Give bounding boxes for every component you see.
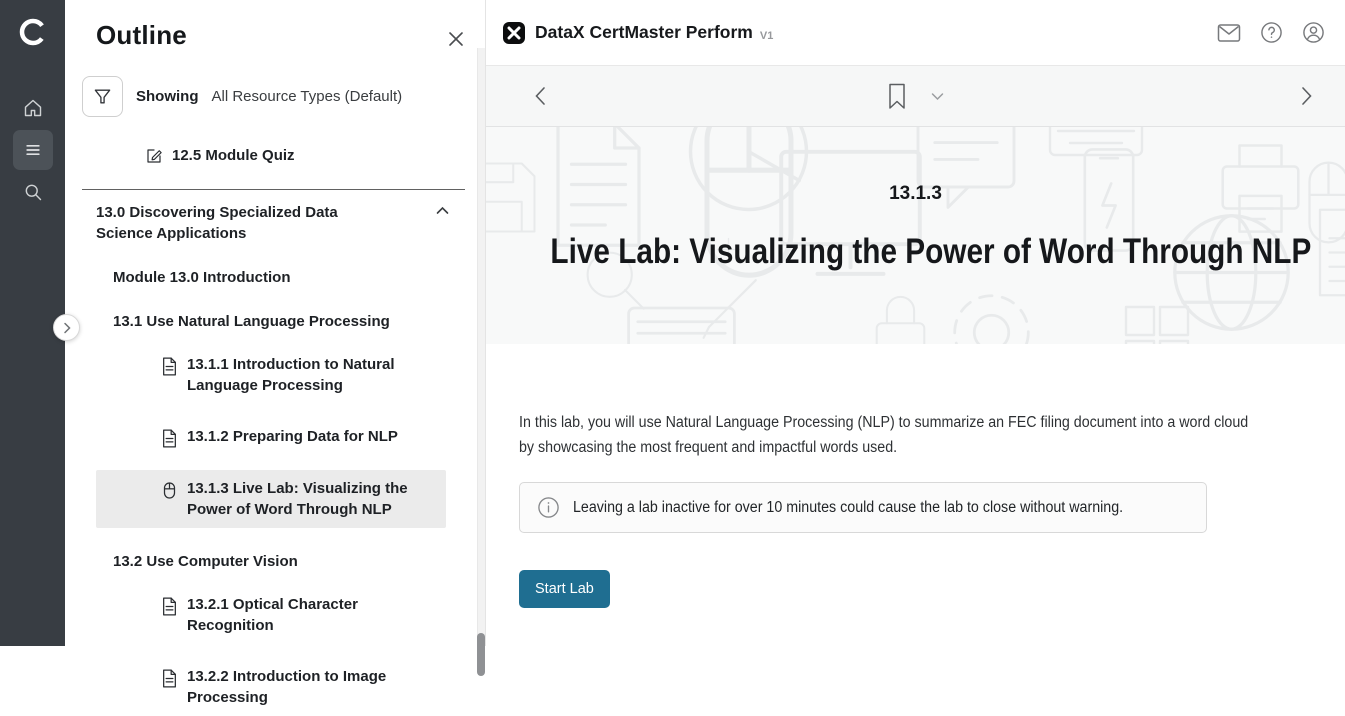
search-button[interactable] xyxy=(13,172,53,212)
outline-topic-label: 13.1 Use Natural Language Processing xyxy=(113,313,390,330)
outline-item-label: Module 13.0 Introduction xyxy=(113,269,291,286)
chevron-left-icon xyxy=(534,86,546,106)
document-icon xyxy=(162,357,177,376)
lab-mouse-icon xyxy=(162,481,177,500)
search-icon xyxy=(23,182,43,202)
bookmark-icon xyxy=(887,83,907,110)
close-outline-button[interactable] xyxy=(447,30,465,48)
quiz-pencil-icon xyxy=(145,147,163,165)
outline-item-module-quiz[interactable]: 12.5 Module Quiz xyxy=(65,145,485,166)
chevron-up-icon xyxy=(436,206,449,215)
mail-icon[interactable] xyxy=(1217,23,1241,43)
outline-item-13-1-1[interactable]: 13.1.1 Introduction to Natural Language … xyxy=(96,346,446,404)
outline-item-13-1-3-active[interactable]: 13.1.3 Live Lab: Visualizing the Power o… xyxy=(96,470,446,528)
lesson-body: In this lab, you will use Natural Langua… xyxy=(486,344,1345,608)
help-icon[interactable] xyxy=(1260,21,1283,44)
menu-icon xyxy=(23,140,43,160)
document-icon xyxy=(162,429,177,448)
lesson-description: In this lab, you will use Natural Langua… xyxy=(519,410,1255,460)
outline-topic-13-2[interactable]: 13.2 Use Computer Vision xyxy=(65,551,485,572)
outline-scrollbar-thumb[interactable] xyxy=(477,633,485,676)
home-icon xyxy=(23,98,43,118)
main-content: DataX CertMaster Perform V1 xyxy=(486,0,1345,646)
collapse-outline-button[interactable] xyxy=(53,314,80,341)
filter-showing-label: Showing xyxy=(136,88,199,105)
start-lab-button[interactable]: Start Lab xyxy=(519,570,610,608)
outline-panel: Outline Showing All Resource Types (Defa… xyxy=(65,0,486,646)
document-icon xyxy=(162,597,177,616)
filter-value: All Resource Types (Default) xyxy=(212,88,403,105)
datax-logo xyxy=(503,22,525,44)
document-icon xyxy=(162,669,177,688)
lesson-number: 13.1.3 xyxy=(486,127,1345,205)
outline-item-label: 13.1.3 Live Lab: Visualizing the Power o… xyxy=(187,478,421,520)
chevron-right-icon xyxy=(63,322,71,334)
outline-topic-13-1[interactable]: 13.1 Use Natural Language Processing xyxy=(65,311,485,332)
account-icon[interactable] xyxy=(1302,21,1325,44)
product-title: DataX CertMaster Perform xyxy=(535,22,753,43)
outline-menu-button[interactable] xyxy=(13,130,53,170)
outline-item-label: 13.1.1 Introduction to Natural Language … xyxy=(187,354,421,396)
lesson-navbar xyxy=(486,66,1345,127)
outline-section-13-0[interactable]: 13.0 Discovering Specialized Data Scienc… xyxy=(65,202,485,244)
outline-item-label: 13.1.2 Preparing Data for NLP xyxy=(187,426,398,447)
outline-topic-label: 13.2 Use Computer Vision xyxy=(113,553,298,570)
filter-button[interactable] xyxy=(82,76,123,117)
bookmark-button[interactable] xyxy=(887,83,907,110)
outline-title: Outline xyxy=(96,20,187,51)
bookmark-menu-button[interactable] xyxy=(931,92,944,101)
info-icon xyxy=(537,496,560,519)
outline-item-13-1-2[interactable]: 13.1.2 Preparing Data for NLP xyxy=(96,418,446,456)
resource-filter: Showing All Resource Types (Default) xyxy=(82,76,485,117)
inactivity-notice: Leaving a lab inactive for over 10 minut… xyxy=(519,482,1207,533)
outline-divider xyxy=(82,189,465,190)
previous-page-button[interactable] xyxy=(534,86,546,106)
outline-item-13-2-2[interactable]: 13.2.2 Introduction to Image Processing xyxy=(96,658,446,716)
outline-section-label: 13.0 Discovering Specialized Data Scienc… xyxy=(96,202,396,244)
comptia-logo xyxy=(17,16,49,48)
outline-item-13-2-1[interactable]: 13.2.1 Optical Character Recognition xyxy=(96,586,446,644)
notice-text: Leaving a lab inactive for over 10 minut… xyxy=(573,499,1123,517)
product-header: DataX CertMaster Perform V1 xyxy=(486,0,1345,66)
next-page-button[interactable] xyxy=(1301,86,1313,106)
lesson-hero-banner: 13.1.3 Live Lab: Visualizing the Power o… xyxy=(486,127,1345,344)
chevron-down-icon xyxy=(931,92,944,101)
outline-scrollbar-track[interactable] xyxy=(477,48,485,646)
close-icon xyxy=(447,30,465,48)
lesson-title: Live Lab: Visualizing the Power of Word … xyxy=(550,232,1280,272)
home-button[interactable] xyxy=(13,88,53,128)
funnel-icon xyxy=(93,87,112,106)
product-version: V1 xyxy=(760,30,773,42)
chevron-right-icon xyxy=(1301,86,1313,106)
outline-item-label: 13.2.1 Optical Character Recognition xyxy=(187,594,421,636)
outline-item-label: 12.5 Module Quiz xyxy=(172,145,295,166)
outline-item-module-intro[interactable]: Module 13.0 Introduction xyxy=(65,267,485,288)
outline-item-label: 13.2.2 Introduction to Image Processing xyxy=(187,666,421,708)
